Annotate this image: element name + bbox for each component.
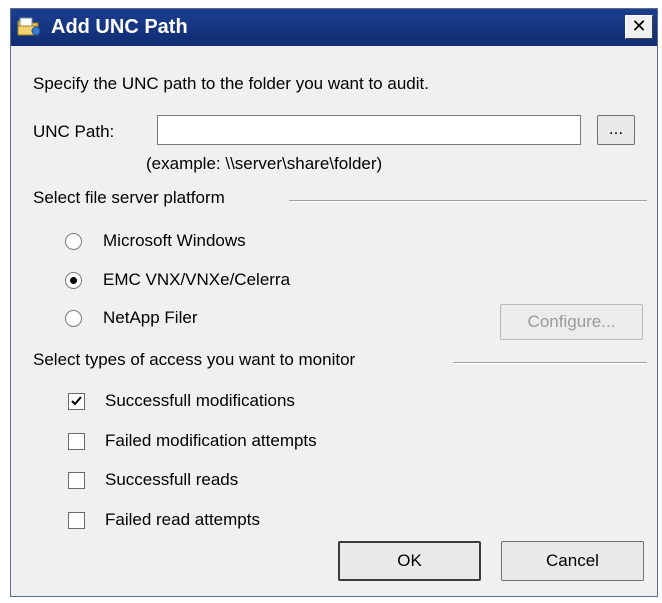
cancel-button[interactable]: Cancel	[501, 541, 644, 581]
access-group-heading: Select types of access you want to monit…	[33, 350, 356, 369]
close-button[interactable]: ✕	[625, 15, 653, 39]
radio-selected-dot	[70, 277, 77, 284]
checkbox-label-failed-read-attempts: Failed read attempts	[105, 510, 260, 529]
checkbox-failed-modification-attempts[interactable]	[68, 433, 85, 450]
option-label-microsoft-windows: Microsoft Windows	[103, 231, 246, 250]
add-unc-path-dialog: Add UNC Path ✕ Specify the UNC path to t…	[10, 8, 658, 597]
unc-path-input[interactable]	[157, 115, 581, 145]
configure-button[interactable]: Configure...	[500, 304, 643, 340]
access-group-divider	[453, 362, 647, 364]
radio-emc-vnx[interactable]	[65, 272, 82, 289]
option-label-emc-vnx: EMC VNX/VNXe/Celerra	[103, 270, 291, 289]
checkbox-label-successfull-modifications: Successfull modifications	[105, 391, 295, 410]
unc-example-text: (example: \\server\share\folder)	[146, 154, 383, 173]
browse-button[interactable]: ...	[597, 115, 635, 145]
checkmark-icon	[71, 396, 82, 406]
checkbox-successfull-modifications[interactable]	[68, 393, 85, 410]
instruction-text: Specify the UNC path to the folder you w…	[33, 74, 429, 93]
option-label-netapp-filer: NetApp Filer	[103, 308, 198, 327]
platform-group-divider	[289, 200, 647, 202]
checkbox-successfull-reads[interactable]	[68, 472, 85, 489]
unc-path-label: UNC Path:	[33, 122, 115, 141]
radio-microsoft-windows[interactable]	[65, 233, 82, 250]
close-icon: ✕	[631, 16, 647, 37]
radio-netapp-filer[interactable]	[65, 310, 82, 327]
checkbox-failed-read-attempts[interactable]	[68, 512, 85, 529]
ok-button[interactable]: OK	[338, 541, 481, 581]
folder-icon	[17, 17, 41, 36]
title-bar: Add UNC Path ✕	[11, 9, 657, 46]
checkbox-label-failed-modification-attempts: Failed modification attempts	[105, 431, 317, 450]
dialog-title: Add UNC Path	[51, 16, 188, 38]
checkbox-label-successfull-reads: Successfull reads	[105, 470, 239, 489]
platform-group-heading: Select file server platform	[33, 188, 225, 207]
